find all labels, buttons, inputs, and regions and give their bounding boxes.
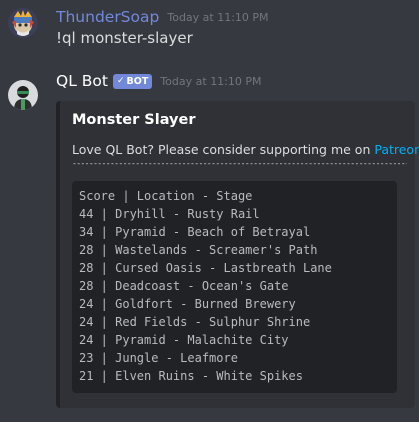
helmet-avatar-icon: [8, 8, 38, 38]
message-timestamp: Today at 11:10 PM: [160, 74, 262, 88]
code-line: 28 | Cursed Oasis - Lastbreath Lane: [79, 261, 332, 275]
bot-badge-label: BOT: [126, 75, 149, 87]
code-line: 34 | Pyramid - Beach of Betrayal: [79, 225, 311, 239]
code-line-header: Score | Location - Stage: [79, 189, 253, 203]
embed-description: Love QL Bot? Please consider supporting …: [72, 142, 419, 157]
code-line: 28 | Wastelands - Screamer's Path: [79, 243, 318, 257]
code-line: 44 | Dryhill - Rusty Rail: [79, 207, 260, 221]
message-header: QL Bot ✓ BOT Today at 11:10 PM: [56, 70, 262, 92]
ql-bot-avatar[interactable]: [8, 80, 38, 110]
embed-card: Monster Slayer Love QL Bot? Please consi…: [56, 101, 419, 408]
author-name[interactable]: QL Bot: [56, 72, 108, 90]
embed-title: Monster Slayer: [72, 112, 196, 128]
patreon-link[interactable]: Patreon: [374, 142, 419, 157]
code-block: Score | Location - Stage 44 | Dryhill - …: [72, 181, 397, 393]
code-line: 24 | Red Fields - Sulphur Shrine: [79, 315, 311, 329]
check-icon: ✓: [116, 75, 125, 86]
chat-messages: ThunderSoap Today at 11:10 PM !ql monste…: [0, 0, 419, 422]
bot-avatar-icon: [8, 80, 38, 110]
message-timestamp: Today at 11:10 PM: [167, 10, 269, 24]
code-line: 24 | Goldfort - Burned Brewery: [79, 297, 296, 311]
embed-divider: ----------------------------------------…: [72, 159, 407, 168]
code-line: 23 | Jungle - Leafmore: [79, 351, 238, 365]
message-text: !ql monster-slayer: [56, 29, 193, 47]
code-line: 21 | Elven Ruins - White Spikes: [79, 369, 303, 383]
code-line: 28 | Deadcoast - Ocean's Gate: [79, 279, 289, 293]
author-name[interactable]: ThunderSoap: [56, 8, 159, 26]
code-line: 24 | Pyramid - Malachite City: [79, 333, 289, 347]
message-header: ThunderSoap Today at 11:10 PM: [56, 6, 269, 28]
bot-badge: ✓ BOT: [112, 73, 153, 89]
embed-description-text: Love QL Bot? Please consider supporting …: [72, 142, 375, 157]
thundersoap-avatar[interactable]: [8, 8, 38, 38]
